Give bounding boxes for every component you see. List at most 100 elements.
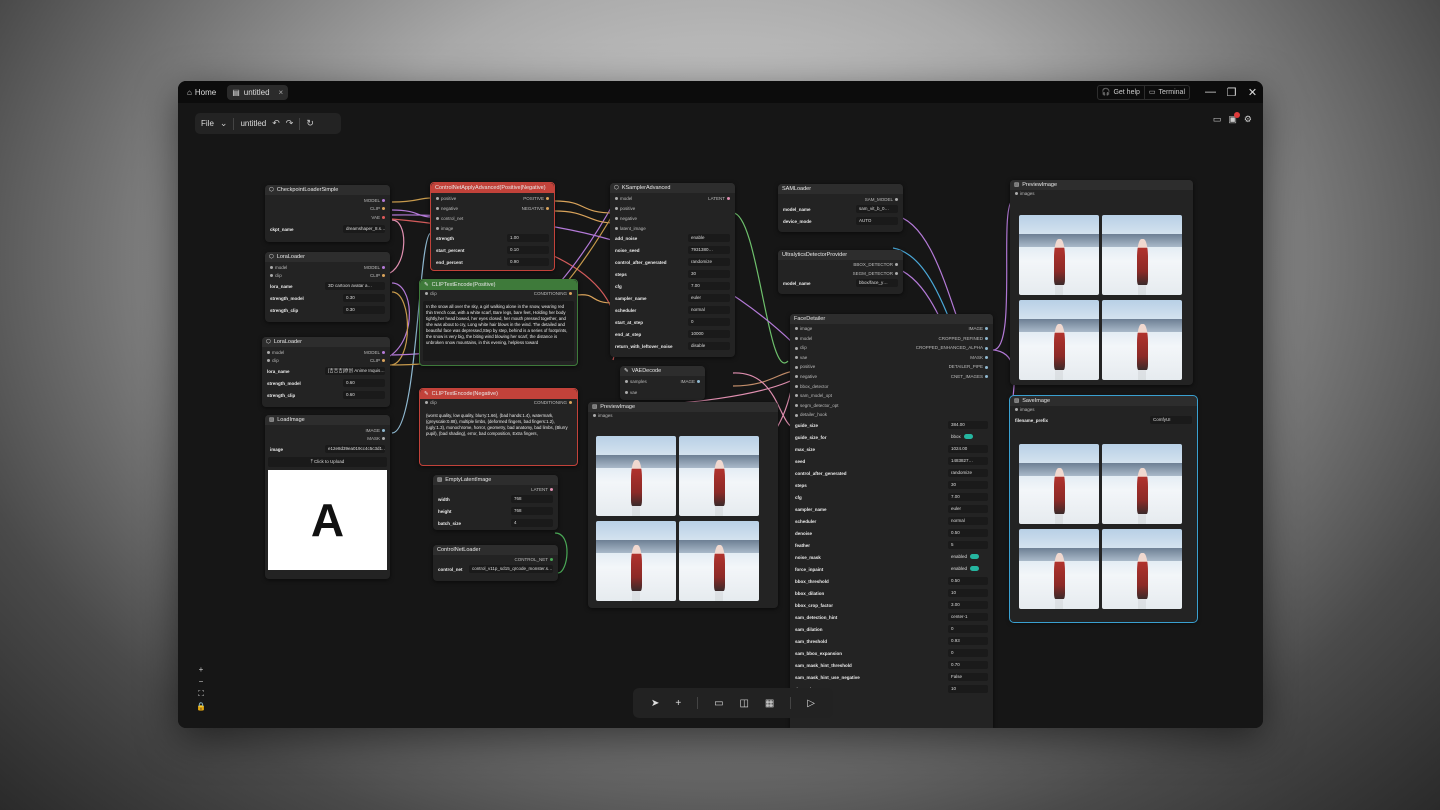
widget-value[interactable]: euler [948, 505, 988, 513]
redo-icon[interactable]: ↷ [286, 118, 294, 129]
widget-value[interactable]: 10000 [688, 330, 730, 338]
node-lora-loader-2[interactable]: ⬡ LoraLoader model MODEL clip CLIP lora_nam… [262, 337, 390, 407]
widget-width[interactable]: width 768 [436, 494, 555, 506]
input-slot[interactable] [1015, 408, 1018, 412]
node-clip-text-negative[interactable]: ✎ CLIPTextEncode(Negative) clip CONDITIONI… [419, 388, 578, 466]
widget-device-mode[interactable]: device_mode AUTO [781, 216, 900, 228]
widget-ckpt-name[interactable]: ckpt_name dreamshaper_8.s… [268, 224, 387, 236]
input-slot[interactable] [436, 197, 439, 201]
widget-value[interactable]: 768 [511, 507, 553, 515]
input-slot[interactable] [615, 227, 618, 231]
input-slot[interactable] [425, 292, 428, 296]
node-header[interactable]: ControlNetLoader [433, 545, 558, 555]
widget-value[interactable]: 7931380… [688, 246, 730, 254]
input-slot[interactable] [436, 227, 439, 231]
node-lora-loader-1[interactable]: ⬡ LoraLoader model MODEL clip CLIP lora_nam… [265, 252, 390, 322]
widget-value[interactable]: disable [688, 342, 730, 350]
widget-bbox-threshold[interactable]: bbox_threshold 0.50 [793, 576, 990, 588]
input-slot[interactable] [795, 327, 798, 331]
output-slot[interactable] [382, 266, 385, 270]
saved-image-thumbnail[interactable] [1102, 444, 1182, 524]
widget-start-percent[interactable]: start_percent 0.10 [434, 245, 551, 257]
widget-value[interactable]: 10 [948, 685, 988, 693]
node-header[interactable]: ✎ CLIPTextEncode(Positive) [420, 280, 577, 290]
upload-button[interactable]: ⤒ Click to Upload [268, 457, 387, 467]
widget-value[interactable]: normal [688, 306, 730, 314]
widget-sam-threshold[interactable]: sam_threshold 0.93 [793, 636, 990, 648]
widget-value[interactable]: bbox [948, 433, 988, 441]
input-slot[interactable] [615, 197, 618, 201]
widget-filename-prefix[interactable]: filename_prefix ComfyUI [1013, 415, 1194, 427]
node-load-image[interactable]: ▨ LoadImage IMAGE MASK image e12e8d39ea019… [265, 415, 390, 579]
positive-prompt-textarea[interactable]: In the snow all over the sky, a girl wal… [423, 301, 574, 361]
widget-noise-mask[interactable]: noise_mask enabled [793, 552, 990, 564]
node-header[interactable]: ▨ SaveImage [1010, 396, 1197, 406]
widget-max-size[interactable]: max_size 1024.00 [793, 444, 990, 456]
node-preview-image-middle[interactable]: ▨ PreviewImage images [588, 402, 778, 608]
widget-value[interactable]: enable [688, 234, 730, 242]
widget-value[interactable]: 1.00 [507, 234, 549, 242]
widget-control-after-generated[interactable]: control_after_generated randomize [793, 468, 990, 480]
node-controlnet-loader[interactable]: ControlNetLoader CONTROL_NET control_net… [433, 545, 558, 581]
node-header[interactable]: ▨ EmptyLatentImage [433, 475, 558, 485]
output-slot[interactable] [550, 488, 553, 492]
node-header[interactable]: ▨ LoadImage [265, 415, 390, 425]
widget-value[interactable]: dreamshaper_8.s… [343, 225, 385, 233]
node-header[interactable]: ⬡ CheckpointLoaderSimple [265, 185, 390, 195]
node-save-image[interactable]: ▨ SaveImage images filename_prefix ComfyUI [1009, 395, 1198, 623]
output-slot[interactable] [546, 197, 549, 201]
output-slot[interactable] [382, 437, 385, 441]
widget-value[interactable]: 0.60 [343, 391, 385, 399]
widget-bbox-dilation[interactable]: bbox_dilation 10 [793, 588, 990, 600]
settings-icon[interactable]: ⚙ [1244, 114, 1252, 125]
input-slot[interactable] [795, 394, 798, 398]
widget-end-percent[interactable]: end_percent 0.90 [434, 257, 551, 269]
widget-value[interactable]: 3.00 [948, 601, 988, 609]
widget-return-with-leftover-noise[interactable]: return_with_leftover_noise disable [613, 341, 732, 353]
widget-value[interactable]: 3D cartoon avatar a… [325, 282, 385, 290]
widget-bbox-crop-factor[interactable]: bbox_crop_factor 3.00 [793, 600, 990, 612]
widget-strength[interactable]: strength 1.00 [434, 233, 551, 245]
widget-value[interactable]: randomize [948, 469, 988, 477]
widget-strength-model[interactable]: strength_model 0.60 [265, 378, 387, 390]
output-slot[interactable] [895, 263, 898, 267]
output-slot[interactable] [895, 272, 898, 276]
output-slot[interactable] [895, 198, 898, 202]
input-slot[interactable] [270, 266, 273, 270]
preview-image-thumbnail[interactable] [1019, 215, 1099, 295]
node-header[interactable]: FaceDetailer [790, 314, 993, 324]
widget-value[interactable]: 0.10 [507, 246, 549, 254]
widget-value[interactable]: 0.30 [343, 294, 385, 302]
widget-value[interactable]: False [948, 673, 988, 681]
widget-guide-size-for[interactable]: guide_size_for bbox [793, 432, 990, 444]
node-checkpoint-loader[interactable]: ⬡ CheckpointLoaderSimple MODEL CLIP VAE c… [265, 185, 390, 242]
input-slot[interactable] [270, 274, 273, 278]
terminal-button[interactable]: ▭ Terminal [1144, 84, 1190, 100]
workflow-name[interactable]: untitled [240, 119, 266, 128]
widget-steps[interactable]: steps 30 [793, 480, 990, 492]
widget-value[interactable]: 10 [948, 589, 988, 597]
plus-icon[interactable]: + [675, 698, 681, 709]
input-slot[interactable] [795, 346, 798, 350]
node-header[interactable]: ✎ VAEDecode [620, 366, 705, 376]
saved-image-thumbnail[interactable] [1102, 529, 1182, 609]
get-help-button[interactable]: 🎧 Get help [1096, 84, 1145, 100]
widget-value[interactable]: 0 [688, 318, 730, 326]
widget-height[interactable]: height 768 [436, 506, 555, 518]
widget-value[interactable]: control_v11p_sd15_qrcode_monster.s… [469, 565, 553, 573]
widget-value[interactable]: 7.00 [688, 282, 730, 290]
node-empty-latent[interactable]: ▨ EmptyLatentImage LATENT width 768 height… [433, 475, 558, 530]
widget-sam-mask-hint-threshold[interactable]: sam_mask_hint_threshold 0.70 [793, 660, 990, 672]
widget-sampler-name[interactable]: sampler_name euler [613, 293, 732, 305]
output-slot[interactable] [382, 429, 385, 433]
input-slot[interactable] [625, 380, 628, 384]
widget-sampler-name[interactable]: sampler_name euler [793, 504, 990, 516]
output-slot[interactable] [985, 356, 988, 360]
undo-icon[interactable]: ↶ [272, 118, 280, 129]
panel-icon[interactable]: ▭ [714, 698, 723, 709]
widget-add-noise[interactable]: add_noise enable [613, 233, 732, 245]
input-slot[interactable] [795, 356, 798, 360]
widget-value[interactable]: 0.70 [948, 661, 988, 669]
node-vae-decode[interactable]: ✎ VAEDecode samples IMAGE vae [620, 366, 705, 400]
widget-value[interactable]: sam_vit_b_0… [856, 205, 898, 213]
